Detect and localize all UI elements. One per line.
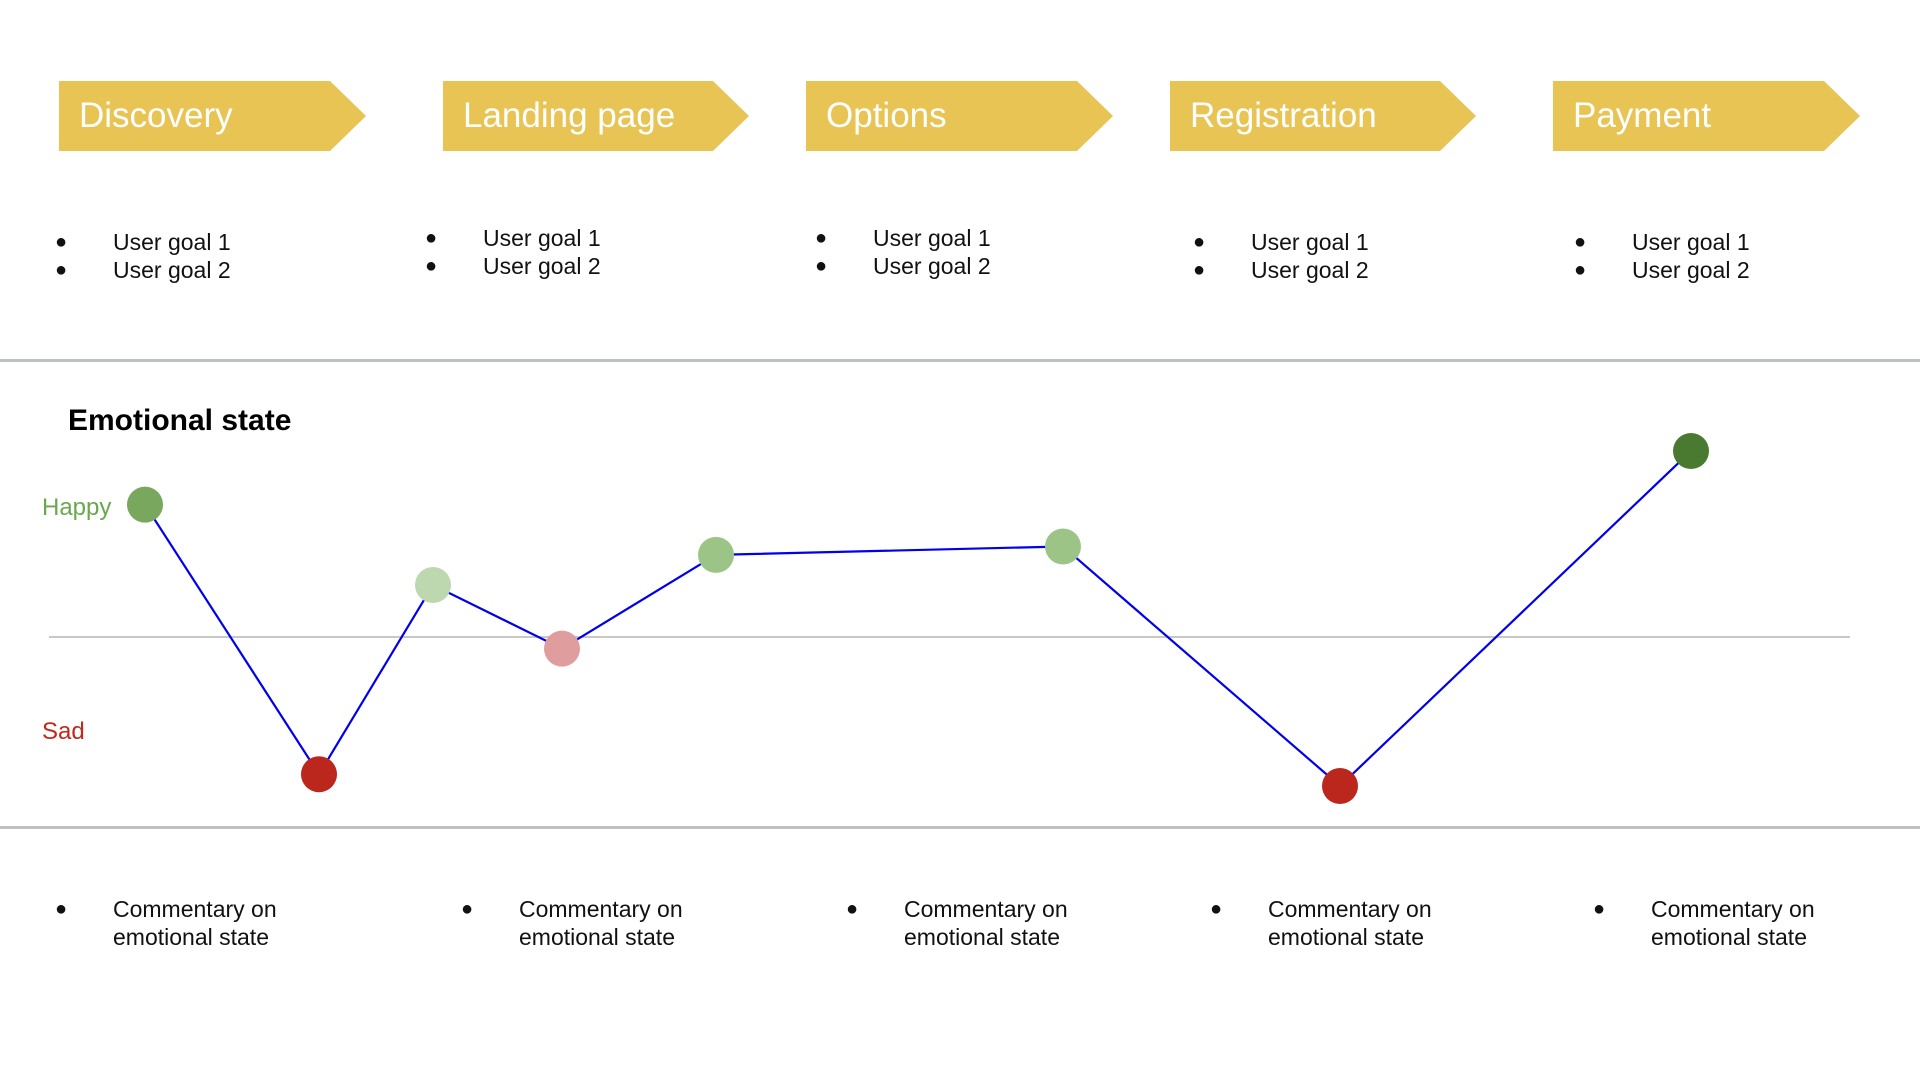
commentary-item: ● Commentary on emotional state — [55, 896, 277, 950]
emotion-point-5 — [698, 536, 734, 573]
emotion-point-8 — [1673, 433, 1709, 469]
emotion-point-4 — [544, 630, 580, 667]
emotion-point-6 — [1045, 528, 1081, 565]
commentary-item: ● Commentary on emotional state — [846, 896, 1068, 950]
commentary-landing-page: ● Commentary on emotional state — [461, 895, 741, 951]
emotion-point-7 — [1322, 768, 1358, 804]
commentary-item: ● Commentary on emotional state — [1593, 896, 1815, 950]
bullet-icon: ● — [846, 898, 859, 920]
commentary-payment: ● Commentary on emotional state — [1593, 895, 1873, 951]
emotion-line — [144, 450, 1692, 788]
emotion-point-3 — [415, 567, 451, 603]
emotion-point-1 — [127, 486, 163, 523]
commentary-item: ● Commentary on emotional state — [1210, 896, 1432, 950]
bullet-icon: ● — [55, 898, 68, 920]
commentary-options: ● Commentary on emotional state — [846, 895, 1126, 951]
commentary-item: ● Commentary on emotional state — [461, 896, 683, 950]
commentary-registration: ● Commentary on emotional state — [1210, 895, 1490, 951]
bullet-icon: ● — [461, 898, 474, 920]
commentary-discovery: ● Commentary on emotional state — [55, 895, 335, 951]
bullet-icon: ● — [1210, 898, 1223, 920]
emotion-point-2 — [301, 756, 337, 793]
emotion-points — [127, 433, 1709, 804]
journey-map: Discovery Landing page Options Registrat… — [0, 0, 1920, 1080]
bullet-icon: ● — [1593, 898, 1606, 920]
